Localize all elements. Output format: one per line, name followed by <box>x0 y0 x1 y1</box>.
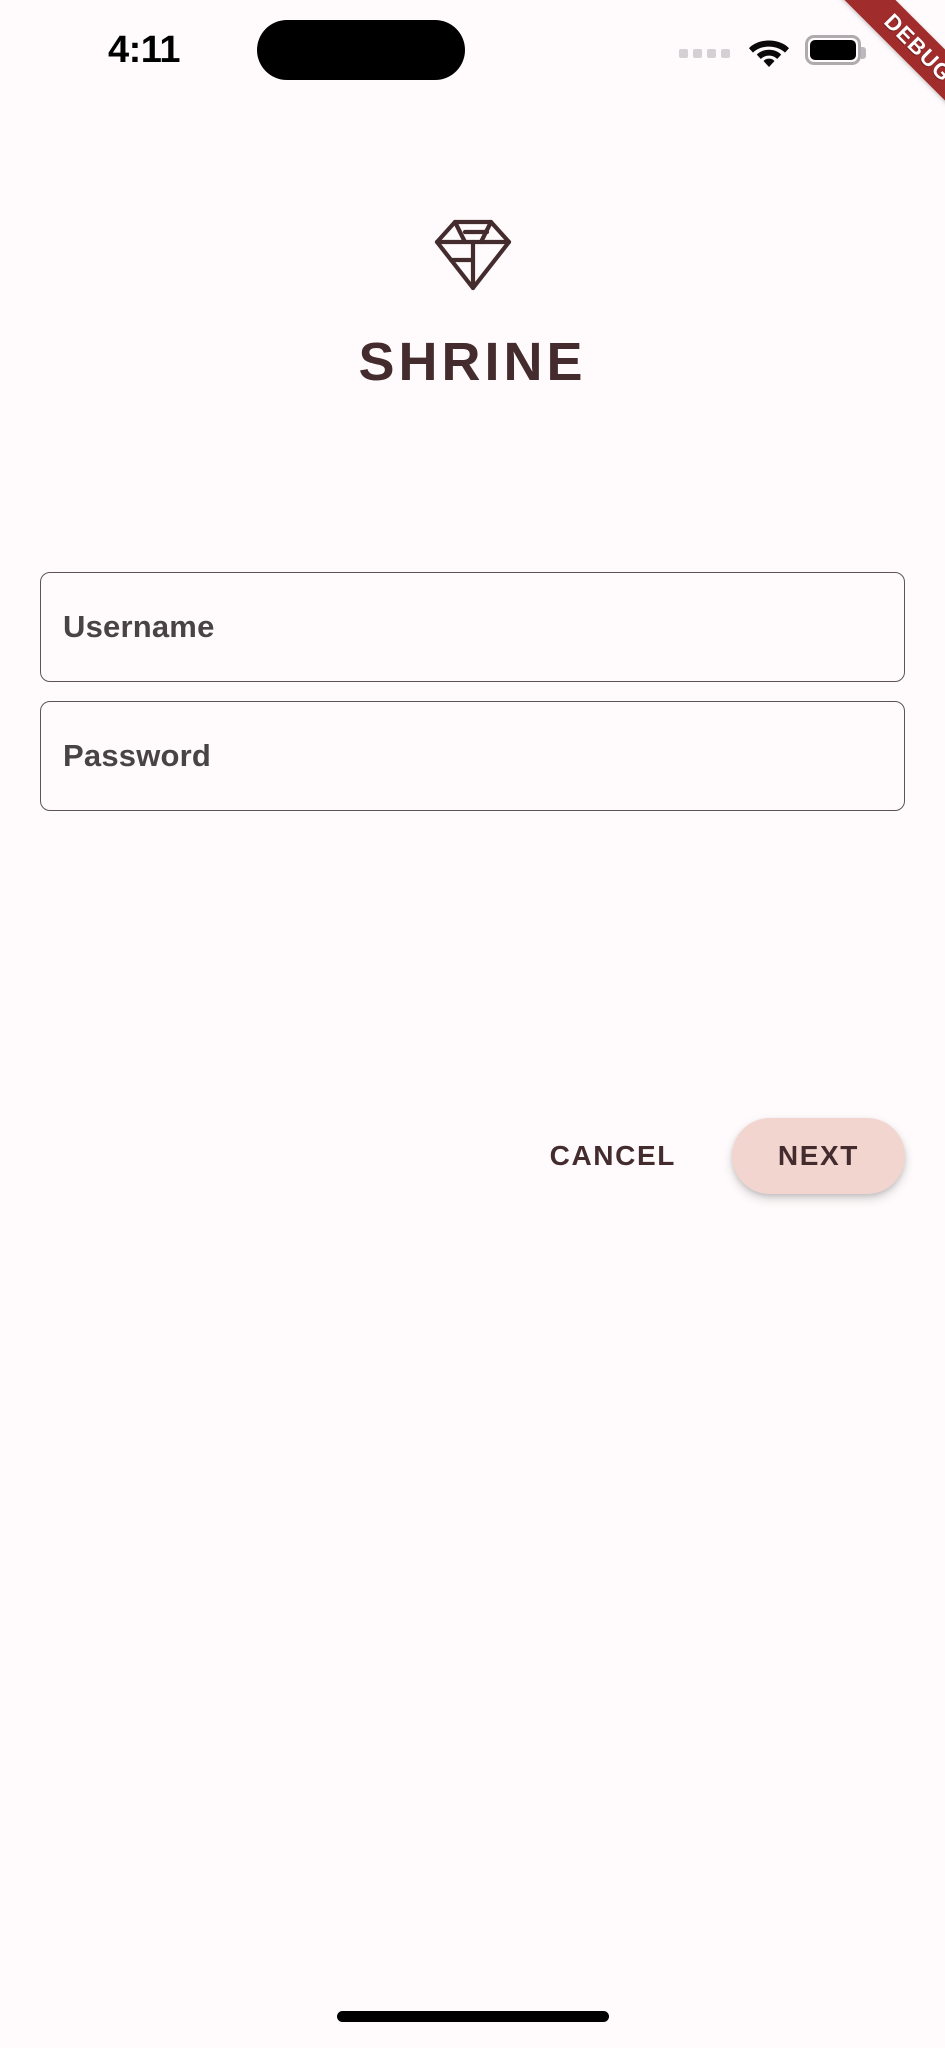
brand-header: SHRINE <box>0 218 945 391</box>
dynamic-island <box>257 20 465 80</box>
status-bar: 4:11 <box>0 0 945 100</box>
wifi-icon <box>747 34 791 68</box>
password-field[interactable]: Password <box>40 701 905 811</box>
next-button[interactable]: NEXT <box>731 1118 905 1194</box>
battery-icon <box>805 35 866 65</box>
status-bar-indicators <box>665 28 945 74</box>
username-field[interactable]: Username <box>40 572 905 682</box>
username-field-label: Username <box>63 609 215 644</box>
page-title: SHRINE <box>358 332 587 392</box>
form-actions: CANCEL NEXT <box>40 1118 905 1194</box>
password-field-label: Password <box>63 738 212 773</box>
cellular-signal-icon <box>679 49 730 58</box>
shrine-diamond-logo <box>433 218 513 292</box>
login-form: Username Password <box>40 572 905 811</box>
cancel-button[interactable]: CANCEL <box>520 1118 706 1194</box>
home-indicator[interactable] <box>336 2011 609 2022</box>
status-bar-time: 4:11 <box>108 29 180 71</box>
